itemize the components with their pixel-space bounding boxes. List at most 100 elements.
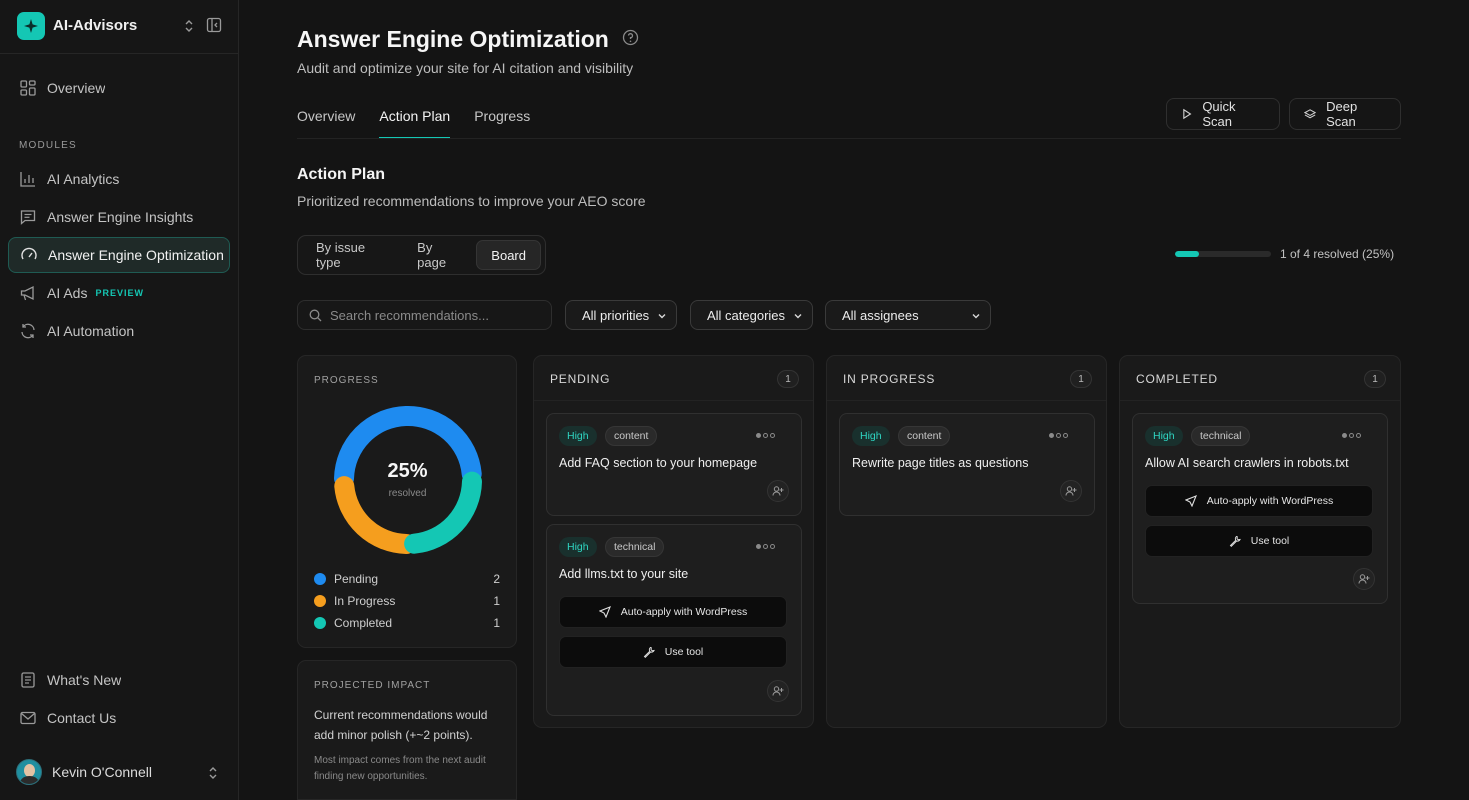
gauge-icon — [21, 247, 37, 260]
priority-tag: High — [559, 426, 597, 446]
sparkle-logo-icon — [17, 12, 45, 40]
sidebar-item-contact-us[interactable]: Contact Us — [8, 701, 230, 735]
wrench-icon — [643, 646, 655, 658]
avatar — [16, 759, 42, 785]
sidebar-item-label: Overview — [47, 80, 106, 96]
priority-tag: High — [852, 426, 890, 446]
section-subtitle: Prioritized recommendations to improve y… — [297, 193, 646, 209]
message-square-icon — [20, 210, 36, 225]
sidebar-collapse-icon[interactable] — [206, 17, 222, 33]
sidebar: AI-Advisors Overview MODULES AI Analytic… — [0, 0, 239, 800]
legend-label: In Progress — [334, 594, 396, 608]
donut-value: 25% — [387, 460, 428, 482]
view-switcher: By issue type By page Board — [297, 235, 546, 275]
user-menu[interactable]: Kevin O'Connell — [8, 755, 230, 789]
assign-user-button[interactable] — [767, 680, 789, 702]
use-tool-button[interactable]: Use tool — [1145, 525, 1373, 557]
legend-count: 1 — [493, 616, 500, 630]
chevron-up-down-icon[interactable] — [182, 17, 196, 35]
recommendation-card[interactable]: High content Rewrite page titles as ques… — [839, 413, 1095, 516]
brand-header[interactable]: AI-Advisors — [0, 0, 239, 54]
column-title: IN PROGRESS — [843, 372, 936, 386]
recommendation-card[interactable]: High technical Allow AI search crawlers … — [1132, 413, 1388, 604]
grid-icon — [20, 80, 36, 96]
megaphone-icon — [20, 285, 34, 301]
category-tag: content — [605, 426, 658, 446]
recommendation-card[interactable]: High technical Add llms.txt to your site… — [546, 524, 802, 716]
category-tag: technical — [1191, 426, 1251, 446]
refresh-icon — [21, 323, 35, 339]
sidebar-item-ai-ads[interactable]: AI Ads PREVIEW — [8, 276, 230, 310]
legend-dot — [314, 617, 326, 629]
tab-progress[interactable]: Progress — [474, 108, 530, 139]
tab-bar: Overview Action Plan Progress — [297, 108, 554, 139]
recommendation-card[interactable]: High content Add FAQ section to your hom… — [546, 413, 802, 516]
priority-select-value: All priorities — [582, 307, 650, 323]
search-input[interactable] — [330, 307, 540, 323]
page-subtitle: Audit and optimize your site for AI cita… — [297, 60, 634, 76]
sidebar-item-answer-engine-optimization[interactable]: Answer Engine Optimization — [8, 237, 230, 273]
deep-scan-button[interactable]: Deep Scan — [1289, 98, 1401, 130]
sidebar-item-ai-automation[interactable]: AI Automation — [8, 314, 230, 348]
category-tag: technical — [605, 537, 665, 557]
column-count: 1 — [1364, 370, 1386, 388]
user-plus-icon — [772, 686, 784, 696]
column-in-progress: IN PROGRESS 1 High content Rewrite page … — [826, 355, 1107, 728]
page-title: Answer Engine Optimization — [297, 26, 609, 52]
impact-panel-label: PROJECTED IMPACT — [314, 680, 431, 691]
status-dots-icon[interactable] — [1340, 433, 1361, 438]
category-select-value: All categories — [707, 307, 786, 323]
sidebar-item-answer-engine-insights[interactable]: Answer Engine Insights — [8, 200, 230, 234]
use-tool-button[interactable]: Use tool — [559, 636, 787, 668]
priority-select[interactable]: All priorities — [565, 300, 677, 330]
chevron-down-icon — [658, 314, 666, 319]
help-circle-icon[interactable] — [622, 29, 639, 46]
auto-apply-wordpress-button[interactable]: Auto-apply with WordPress — [1145, 485, 1373, 517]
view-by-issue-type[interactable]: By issue type — [302, 240, 403, 270]
status-dots-icon[interactable] — [1047, 433, 1068, 438]
sidebar-item-label: What's New — [47, 672, 122, 688]
assignee-select[interactable]: All assignees — [825, 300, 991, 330]
sidebar-item-ai-analytics[interactable]: AI Analytics — [8, 162, 230, 196]
quick-scan-label: Quick Scan — [1202, 99, 1236, 129]
sidebar-item-whats-new[interactable]: What's New — [8, 663, 230, 697]
legend-count: 1 — [493, 594, 500, 608]
column-divider — [1120, 400, 1400, 401]
priority-tag: High — [559, 537, 597, 557]
resolved-progress-fill — [1175, 251, 1199, 257]
legend-count: 2 — [493, 572, 500, 586]
user-plus-icon — [1358, 574, 1370, 584]
assign-user-button[interactable] — [1060, 480, 1082, 502]
sidebar-item-label: Answer Engine Optimization — [48, 247, 224, 263]
sidebar-item-label: AI Automation — [47, 323, 135, 339]
modules-heading: MODULES — [19, 140, 77, 151]
layers-icon — [1304, 108, 1317, 118]
assign-user-button[interactable] — [767, 480, 789, 502]
search-icon — [309, 309, 322, 321]
status-dots-icon[interactable] — [754, 433, 775, 438]
chevron-up-down-icon[interactable] — [206, 764, 220, 782]
status-dots-icon[interactable] — [754, 544, 775, 549]
mail-icon — [20, 711, 36, 725]
sidebar-item-label: AI Analytics — [47, 171, 120, 187]
sidebar-item-overview[interactable]: Overview — [8, 71, 230, 105]
quick-scan-button[interactable]: Quick Scan — [1166, 98, 1280, 130]
resolved-progress-bar — [1175, 251, 1271, 257]
tab-action-plan[interactable]: Action Plan — [379, 108, 451, 139]
view-by-page[interactable]: By page — [403, 240, 476, 270]
auto-apply-label: Auto-apply with WordPress — [1206, 495, 1334, 507]
sidebar-item-label: Contact Us — [47, 710, 117, 726]
legend-pending: Pending 2 — [314, 572, 500, 586]
legend-label: Pending — [334, 572, 379, 586]
card-title: Add FAQ section to your homepage — [559, 456, 758, 470]
category-select[interactable]: All categories — [690, 300, 813, 330]
legend-label: Completed — [334, 616, 393, 630]
donut-caption: resolved — [388, 488, 427, 499]
assign-user-button[interactable] — [1353, 568, 1375, 590]
sidebar-item-label: AI Ads — [47, 285, 88, 301]
category-tag: content — [898, 426, 951, 446]
preview-badge: PREVIEW — [95, 288, 144, 298]
view-board[interactable]: Board — [476, 240, 541, 270]
auto-apply-wordpress-button[interactable]: Auto-apply with WordPress — [559, 596, 787, 628]
tab-overview[interactable]: Overview — [297, 108, 355, 139]
